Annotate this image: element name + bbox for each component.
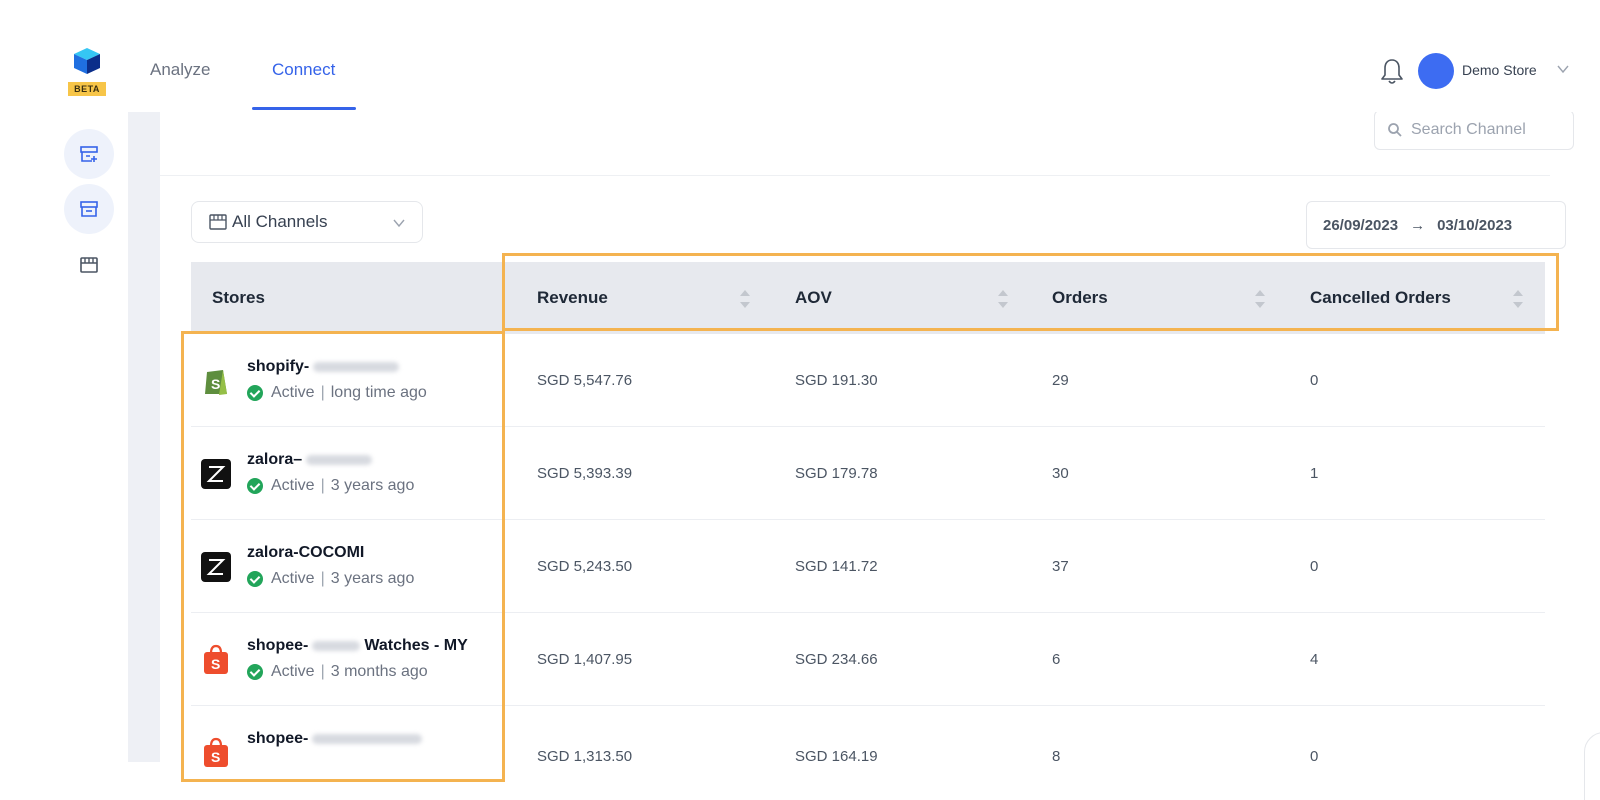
cancelled-orders-value: 1 xyxy=(1310,465,1319,482)
column-header-orders[interactable]: Orders xyxy=(1052,288,1108,308)
logo-icon xyxy=(74,48,100,74)
search-box[interactable] xyxy=(1374,110,1574,150)
tab-connect[interactable]: Connect xyxy=(272,60,335,80)
shopee-icon: S xyxy=(204,644,228,674)
aov-value: SGD 191.30 xyxy=(795,372,878,389)
cancelled-orders-value: 0 xyxy=(1310,748,1319,765)
date-end: 03/10/2023 xyxy=(1437,216,1513,234)
shop-icon xyxy=(80,257,98,273)
store-add-icon xyxy=(80,146,98,162)
store-name[interactable]: zalora– xyxy=(247,451,376,469)
store-name[interactable]: shopify- xyxy=(247,358,403,376)
channel-select[interactable]: All Channels xyxy=(191,201,423,243)
revenue-value: SGD 1,407.95 xyxy=(537,651,633,668)
zalora-icon xyxy=(201,459,231,489)
cancelled-orders-value: 0 xyxy=(1310,558,1319,575)
table-header: Stores Revenue AOV Orders Cancelled Orde… xyxy=(191,262,1545,334)
orders-value: 30 xyxy=(1052,465,1069,482)
store-icon xyxy=(209,214,227,230)
column-header-cancelled-orders[interactable]: Cancelled Orders xyxy=(1310,288,1451,308)
check-circle-icon xyxy=(247,571,263,587)
cancelled-orders-value: 0 xyxy=(1310,372,1319,389)
column-header-aov[interactable]: AOV xyxy=(795,288,832,308)
shopify-icon: S xyxy=(205,370,227,395)
revenue-value: SGD 5,393.39 xyxy=(537,465,633,482)
sidebar-item-stores[interactable] xyxy=(64,184,114,234)
sort-icon[interactable] xyxy=(1512,288,1524,310)
store-name[interactable]: shopee- Watches - MY xyxy=(247,637,468,655)
sidebar-item-shop[interactable] xyxy=(64,240,114,290)
sort-icon[interactable] xyxy=(739,288,751,310)
divider xyxy=(160,175,1550,176)
orders-value: 8 xyxy=(1052,748,1061,765)
storefront-icon xyxy=(80,201,98,217)
table-row[interactable]: S shopify- Active | long time ago SGD 5,54… xyxy=(191,334,1545,427)
search-icon xyxy=(1388,123,1402,137)
orders-value: 37 xyxy=(1052,558,1069,575)
check-circle-icon xyxy=(247,385,263,401)
date-arrow: → xyxy=(1410,216,1426,234)
search-input[interactable] xyxy=(1411,121,1571,139)
orders-value: 29 xyxy=(1052,372,1069,389)
sort-icon[interactable] xyxy=(1254,288,1266,310)
aov-value: SGD 179.78 xyxy=(795,465,878,482)
svg-text:S: S xyxy=(211,749,220,765)
table-row[interactable]: zalora– Active | 3 years ago SGD 5,393.39 … xyxy=(191,427,1545,520)
date-range-picker[interactable]: 26/09/2023 → 03/10/2023 xyxy=(1306,201,1566,249)
revenue-value: SGD 5,243.50 xyxy=(537,558,633,575)
store-status: Active | long time ago xyxy=(247,384,427,402)
sort-icon[interactable] xyxy=(997,288,1009,310)
account-store-name[interactable]: Demo Store xyxy=(1462,62,1537,78)
svg-text:S: S xyxy=(211,376,220,392)
zalora-icon xyxy=(201,552,231,582)
notification-bell-icon[interactable] xyxy=(1380,57,1404,85)
sidebar xyxy=(0,112,128,762)
aov-value: SGD 234.66 xyxy=(795,651,878,668)
cancelled-orders-value: 4 xyxy=(1310,651,1319,668)
revenue-value: SGD 5,547.76 xyxy=(537,372,633,389)
store-name[interactable]: zalora-COCOMI xyxy=(247,544,364,562)
table-row[interactable]: S shopee- Watches - MY Active | 3 months ag… xyxy=(191,613,1545,706)
store-status: Active | 3 months ago xyxy=(247,663,428,681)
store-name[interactable]: shopee- xyxy=(247,730,426,748)
chat-widget[interactable] xyxy=(1584,732,1600,800)
channel-select-value: All Channels xyxy=(232,212,328,231)
check-circle-icon xyxy=(247,664,263,680)
date-start: 26/09/2023 xyxy=(1323,216,1399,234)
table-row[interactable]: zalora-COCOMI Active | 3 years ago SGD 5,2… xyxy=(191,520,1545,613)
shopee-icon: S xyxy=(204,737,228,767)
table-row[interactable]: S shopee- SGD 1,313.50 SGD 164.19 8 0 xyxy=(191,706,1545,799)
top-navigation: BETA Analyze Connect Demo Store xyxy=(0,0,1600,112)
chevron-down-icon[interactable] xyxy=(1556,62,1570,76)
chevron-down-icon xyxy=(393,219,405,228)
sidebar-item-store-add[interactable] xyxy=(64,129,114,179)
app-logo[interactable]: BETA xyxy=(68,48,106,98)
tab-analyze[interactable]: Analyze xyxy=(150,60,210,80)
aov-value: SGD 141.72 xyxy=(795,558,878,575)
column-header-stores: Stores xyxy=(212,288,265,307)
orders-value: 6 xyxy=(1052,651,1061,668)
store-status: Active | 3 years ago xyxy=(247,477,414,495)
column-header-revenue[interactable]: Revenue xyxy=(537,288,608,308)
revenue-value: SGD 1,313.50 xyxy=(537,748,633,765)
check-circle-icon xyxy=(247,478,263,494)
active-tab-indicator xyxy=(252,107,356,110)
store-status: Active | 3 years ago xyxy=(247,570,414,588)
beta-badge: BETA xyxy=(68,82,106,96)
svg-text:S: S xyxy=(211,656,220,672)
content-gutter xyxy=(128,112,160,762)
avatar[interactable] xyxy=(1418,53,1454,89)
aov-value: SGD 164.19 xyxy=(795,748,878,765)
